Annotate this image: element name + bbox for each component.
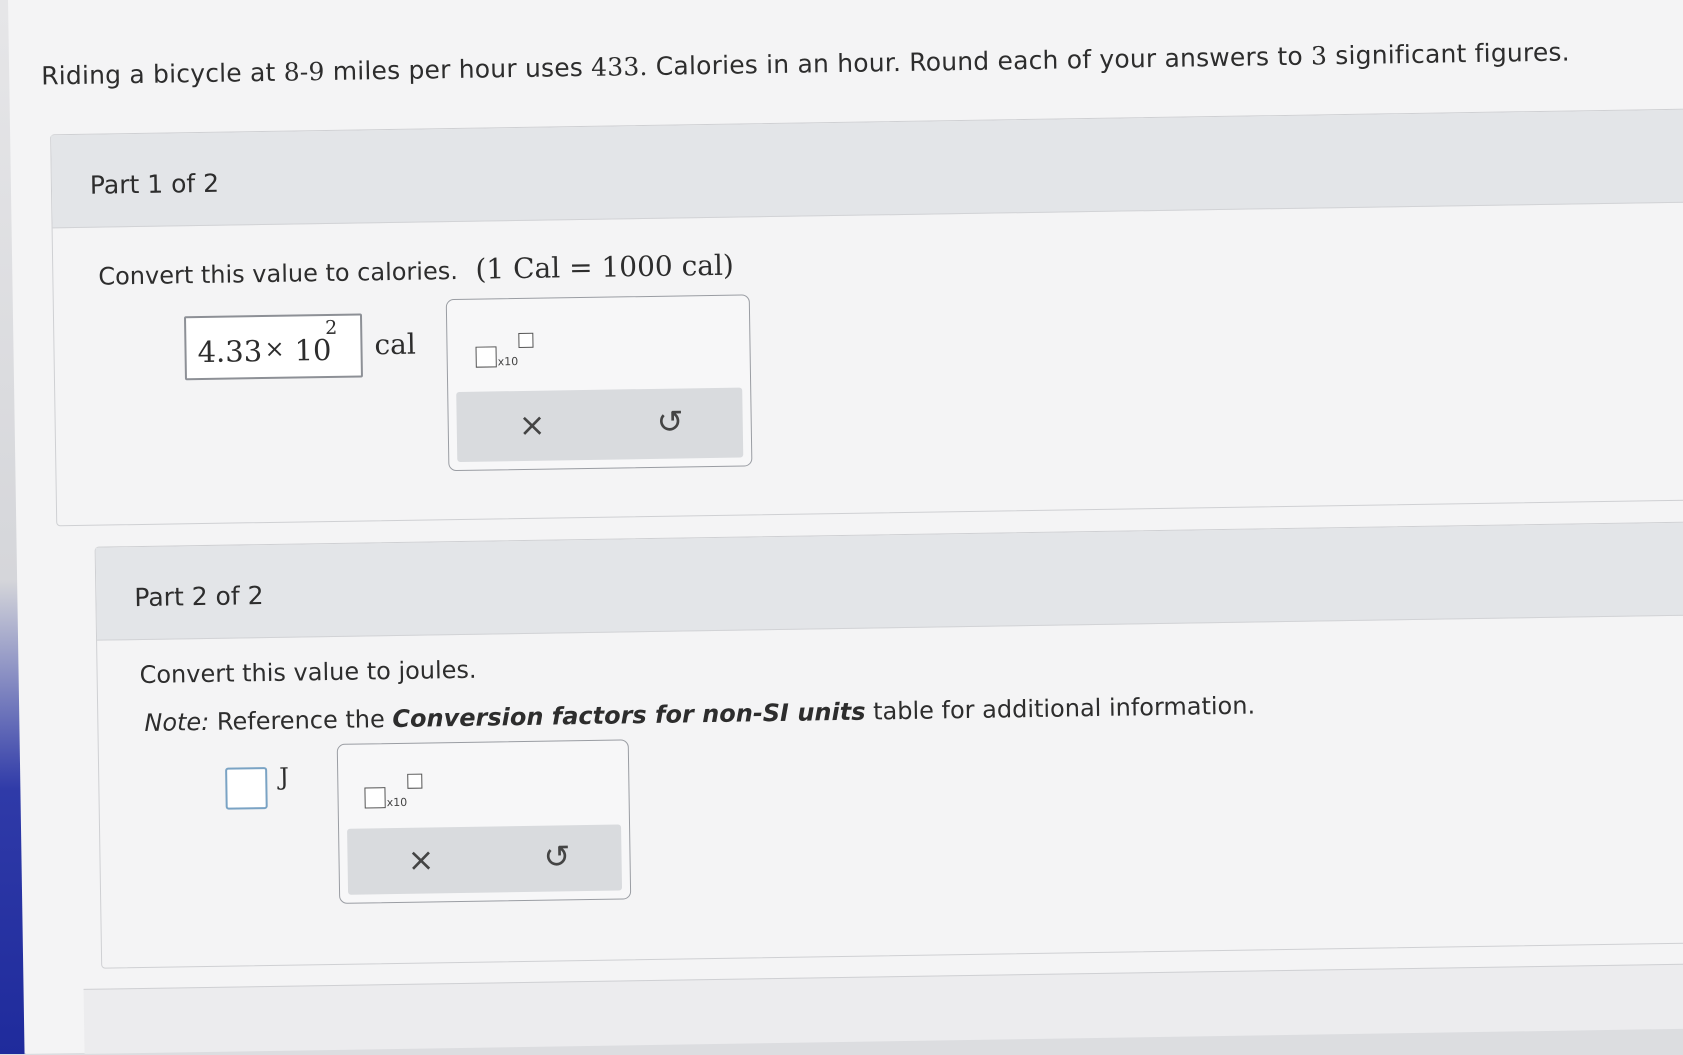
question-text-before: Riding a bicycle at (40, 57, 284, 91)
part-1-conversion: (1 Cal = 1000 cal) (475, 248, 735, 286)
part-1-header: Part 1 of 2 (51, 109, 1683, 229)
x10-button[interactable]: x10 (356, 773, 427, 815)
part-1-title: Part 1 of 2 (89, 168, 220, 200)
x10-label: x10 (386, 795, 408, 810)
question-text-mid2: Calories in an hour. Round each of your … (647, 41, 1312, 81)
part-1-tool-panel: x10 × ↺ (445, 294, 753, 472)
question-speed: 8-9 (283, 57, 325, 87)
part-2-instruction: Convert this value to joules. (139, 655, 477, 690)
part-2-section: Part 2 of 2 Convert this value to joules… (94, 521, 1683, 969)
answer-mantissa: 4.33 (197, 334, 263, 370)
part-2-unit: J (279, 762, 290, 791)
part-2-action-bar: × ↺ (347, 824, 623, 895)
conversion-factors-link[interactable]: Conversion factors for non-SI units (392, 698, 866, 733)
question-page: Riding a bicycle at 8-9 miles per hour u… (8, 0, 1683, 1054)
part-1-action-bar: × ↺ (456, 387, 744, 462)
part-2-answer-field[interactable] (225, 767, 268, 810)
question-text-after: significant figures. (1326, 37, 1571, 71)
question-sig-figs: 3 (1310, 41, 1328, 71)
x10-button[interactable]: x10 (467, 332, 538, 374)
part-1-instruction-text: Convert this value to calories. (98, 256, 459, 291)
question-prompt: Riding a bicycle at 8-9 miles per hour u… (41, 37, 1570, 90)
part-1-unit: cal (374, 327, 417, 362)
clear-icon[interactable]: × (407, 840, 434, 878)
part-2-title: Part 2 of 2 (134, 581, 264, 613)
question-text-mid1: miles per hour uses (324, 52, 592, 87)
clear-icon[interactable]: × (518, 406, 545, 444)
answer-exponent: 2 (325, 316, 338, 340)
next-section-edge (83, 963, 1683, 1054)
part-1-answer-field[interactable]: 4.33 × 10 2 (183, 313, 363, 381)
mantissa-square-icon (475, 346, 497, 368)
part-2-header: Part 2 of 2 (95, 522, 1683, 641)
undo-icon[interactable]: ↺ (656, 402, 683, 440)
undo-icon[interactable]: ↺ (543, 837, 570, 875)
part-1-instruction: Convert this value to calories. (1 Cal =… (98, 249, 734, 292)
exponent-square-icon (407, 773, 423, 789)
note-text-before: Reference the (209, 705, 393, 736)
note-label: Note: (144, 707, 210, 737)
part-2-note: Note: Reference the Conversion factors f… (144, 692, 1255, 737)
note-text-after: table for additional information. (865, 691, 1256, 726)
question-calories: 433. (590, 51, 648, 82)
part-2-tool-panel: x10 × ↺ (336, 739, 632, 904)
exponent-square-icon (518, 332, 534, 349)
mantissa-square-icon (364, 787, 386, 809)
part-1-section: Part 1 of 2 Convert this value to calori… (50, 108, 1683, 527)
x10-label: x10 (497, 355, 519, 369)
times-sign: × (264, 334, 285, 364)
